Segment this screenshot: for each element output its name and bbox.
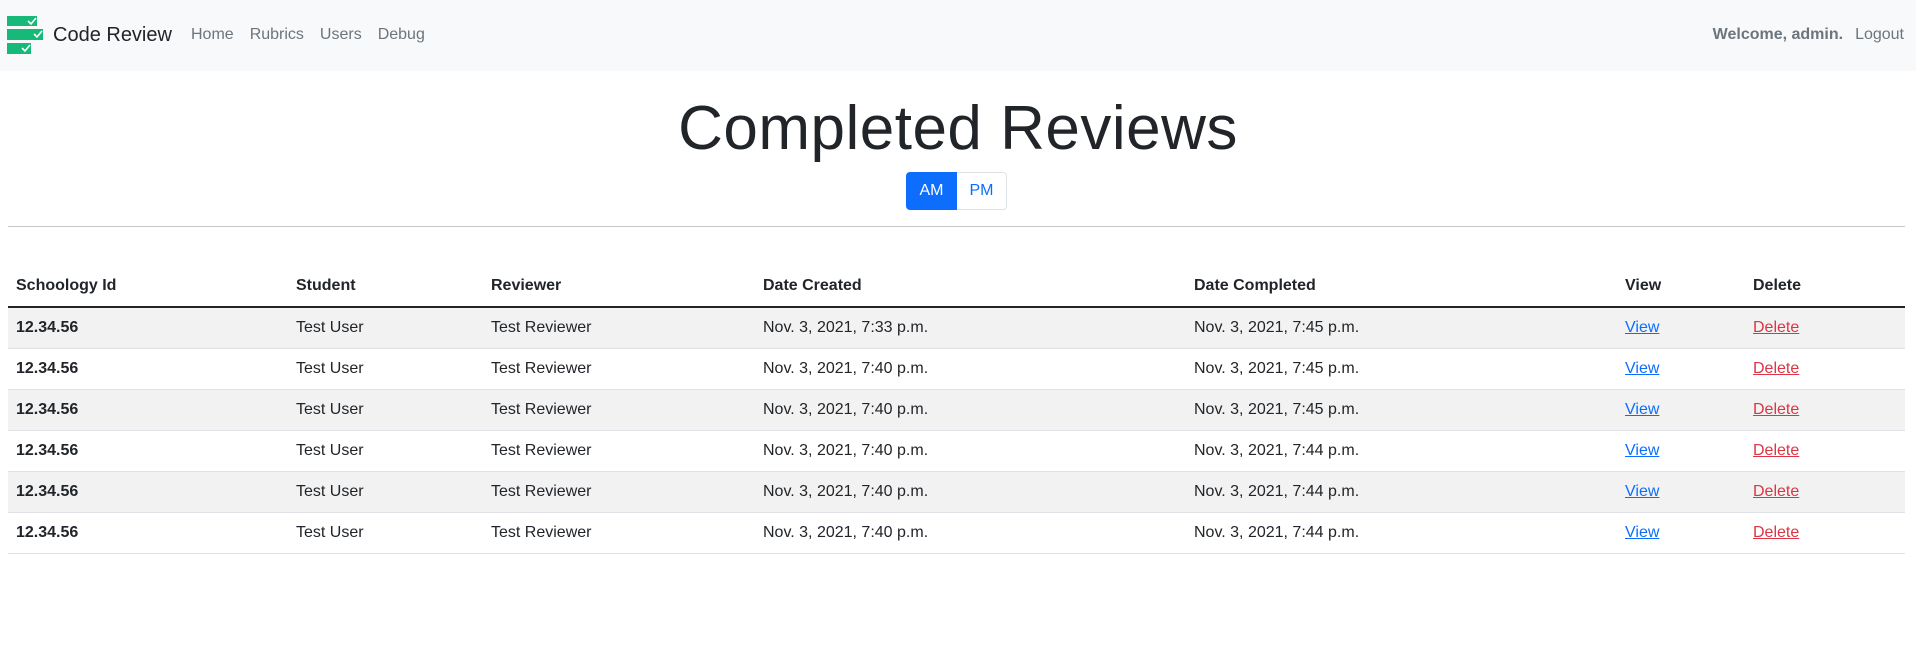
reviews-table: Schoology Id Student Reviewer Date Creat… (8, 266, 1905, 554)
divider (8, 226, 1905, 227)
nav-link-rubrics[interactable]: Rubrics (242, 22, 312, 48)
view-link[interactable]: View (1625, 319, 1659, 336)
cell-reviewer: Test Reviewer (483, 512, 755, 554)
cell-date-created: Nov. 3, 2021, 7:40 p.m. (755, 512, 1186, 554)
cell-delete: Delete (1745, 471, 1905, 513)
cell-student: Test User (288, 307, 483, 349)
cell-student: Test User (288, 430, 483, 472)
cell-date-created: Nov. 3, 2021, 7:40 p.m. (755, 430, 1186, 472)
nav-link-debug[interactable]: Debug (370, 22, 433, 48)
delete-link[interactable]: Delete (1753, 319, 1799, 336)
cell-student: Test User (288, 348, 483, 390)
cell-schoology-id: 12.34.56 (8, 512, 288, 554)
cell-date-created: Nov. 3, 2021, 7:40 p.m. (755, 389, 1186, 431)
cell-view: View (1617, 389, 1745, 431)
cell-student: Test User (288, 512, 483, 554)
cell-schoology-id: 12.34.56 (8, 389, 288, 431)
cell-delete: Delete (1745, 389, 1905, 431)
cell-schoology-id: 12.34.56 (8, 471, 288, 513)
cell-student: Test User (288, 471, 483, 513)
table-row: 12.34.56 Test User Test Reviewer Nov. 3,… (8, 389, 1905, 431)
cell-delete: Delete (1745, 348, 1905, 390)
header-delete: Delete (1745, 266, 1905, 308)
cell-date-completed: Nov. 3, 2021, 7:44 p.m. (1186, 471, 1617, 513)
cell-date-completed: Nov. 3, 2021, 7:44 p.m. (1186, 512, 1617, 554)
cell-student: Test User (288, 389, 483, 431)
cell-reviewer: Test Reviewer (483, 348, 755, 390)
delete-link[interactable]: Delete (1753, 524, 1799, 541)
cell-delete: Delete (1745, 512, 1905, 554)
brand-link[interactable]: Code Review (7, 16, 172, 54)
cell-date-created: Nov. 3, 2021, 7:40 p.m. (755, 471, 1186, 513)
view-link[interactable]: View (1625, 442, 1659, 459)
cell-view: View (1617, 348, 1745, 390)
delete-link[interactable]: Delete (1753, 401, 1799, 418)
cell-date-completed: Nov. 3, 2021, 7:44 p.m. (1186, 430, 1617, 472)
table-row: 12.34.56 Test User Test Reviewer Nov. 3,… (8, 512, 1905, 554)
nav-user-area: Welcome, admin. Logout (1713, 22, 1904, 48)
nav-link-home[interactable]: Home (183, 22, 242, 48)
header-student: Student (288, 266, 483, 308)
cell-reviewer: Test Reviewer (483, 389, 755, 431)
header-view: View (1617, 266, 1745, 308)
cell-delete: Delete (1745, 307, 1905, 349)
cell-date-completed: Nov. 3, 2021, 7:45 p.m. (1186, 389, 1617, 431)
logout-link[interactable]: Logout (1843, 22, 1904, 48)
view-link[interactable]: View (1625, 401, 1659, 418)
navbar: Code Review Home Rubrics Users Debug Wel… (0, 0, 1916, 71)
cell-reviewer: Test Reviewer (483, 430, 755, 472)
delete-link[interactable]: Delete (1753, 442, 1799, 459)
delete-link[interactable]: Delete (1753, 483, 1799, 500)
cell-delete: Delete (1745, 430, 1905, 472)
table-row: 12.34.56 Test User Test Reviewer Nov. 3,… (8, 430, 1905, 472)
cell-reviewer: Test Reviewer (483, 471, 755, 513)
view-link[interactable]: View (1625, 524, 1659, 541)
cell-view: View (1617, 471, 1745, 513)
cell-reviewer: Test Reviewer (483, 307, 755, 349)
header-reviewer: Reviewer (483, 266, 755, 308)
table-row: 12.34.56 Test User Test Reviewer Nov. 3,… (8, 307, 1905, 349)
am-button[interactable]: AM (906, 172, 957, 210)
page-title: Completed Reviews (678, 94, 1238, 163)
header-schoology-id: Schoology Id (8, 266, 288, 308)
cell-schoology-id: 12.34.56 (8, 430, 288, 472)
cell-schoology-id: 12.34.56 (8, 348, 288, 390)
table-header: Schoology Id Student Reviewer Date Creat… (8, 266, 1905, 308)
cell-date-created: Nov. 3, 2021, 7:33 p.m. (755, 307, 1186, 349)
view-link[interactable]: View (1625, 360, 1659, 377)
cell-view: View (1617, 512, 1745, 554)
cell-date-completed: Nov. 3, 2021, 7:45 p.m. (1186, 348, 1617, 390)
table-row: 12.34.56 Test User Test Reviewer Nov. 3,… (8, 471, 1905, 513)
cell-view: View (1617, 307, 1745, 349)
table-body: 12.34.56 Test User Test Reviewer Nov. 3,… (8, 307, 1905, 554)
code-review-logo-icon (7, 16, 43, 54)
pm-button[interactable]: PM (957, 172, 1007, 210)
header-date-created: Date Created (755, 266, 1186, 308)
nav-link-users[interactable]: Users (312, 22, 370, 48)
nav-links: Home Rubrics Users Debug (183, 22, 433, 48)
cell-date-completed: Nov. 3, 2021, 7:45 p.m. (1186, 307, 1617, 349)
view-link[interactable]: View (1625, 483, 1659, 500)
table-row: 12.34.56 Test User Test Reviewer Nov. 3,… (8, 348, 1905, 390)
brand-name: Code Review (53, 23, 172, 46)
am-pm-toggle: AM PM (906, 172, 1007, 210)
delete-link[interactable]: Delete (1753, 360, 1799, 377)
header-date-completed: Date Completed (1186, 266, 1617, 308)
cell-schoology-id: 12.34.56 (8, 307, 288, 349)
welcome-text: Welcome, admin. (1712, 26, 1844, 43)
cell-date-created: Nov. 3, 2021, 7:40 p.m. (755, 348, 1186, 390)
cell-view: View (1617, 430, 1745, 472)
